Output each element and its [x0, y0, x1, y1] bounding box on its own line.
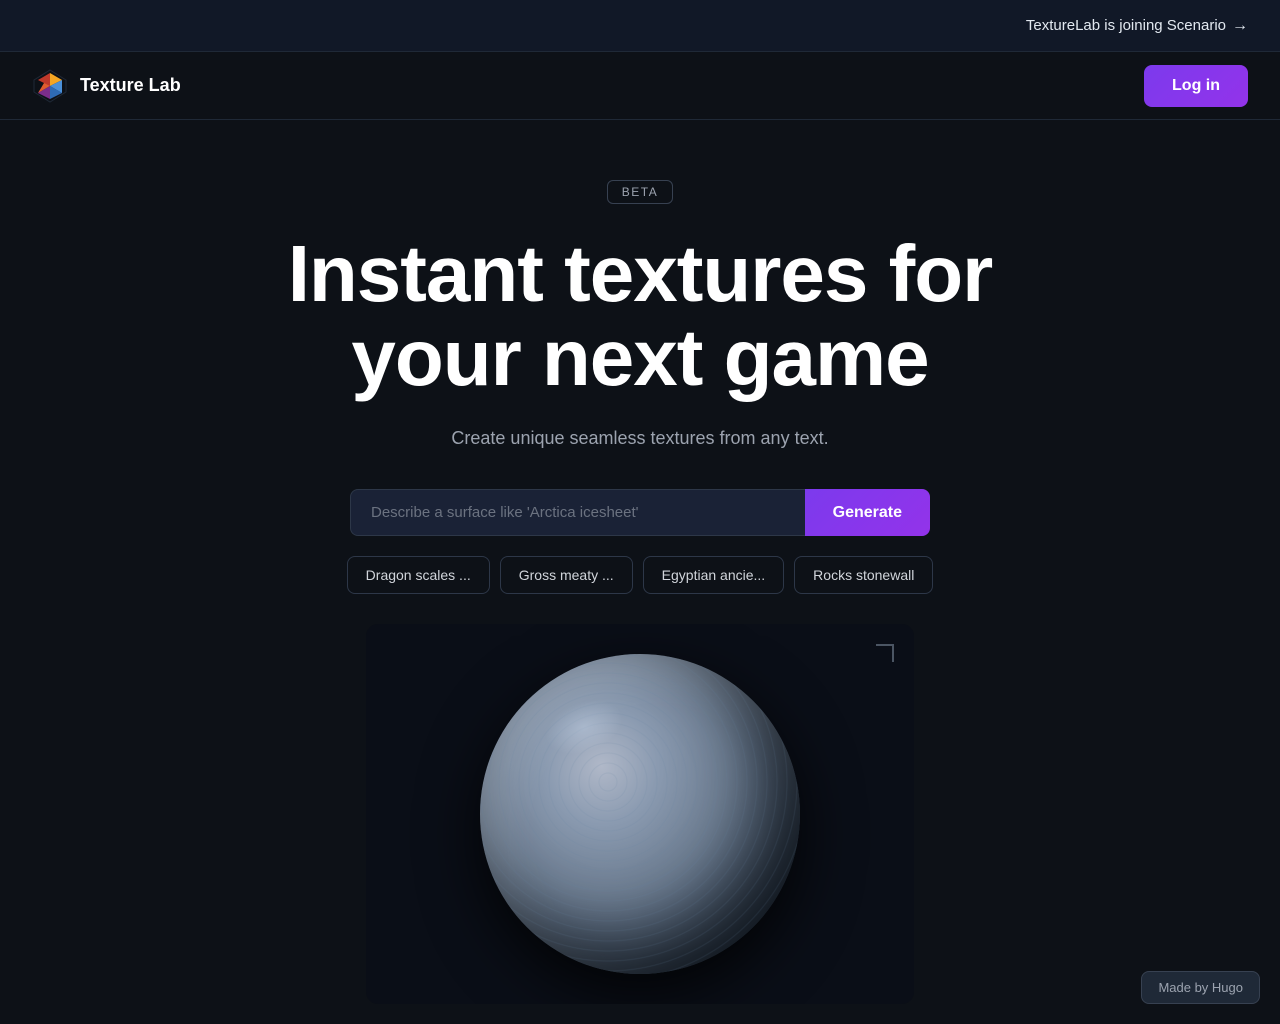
sphere-preview: [480, 654, 800, 974]
preview-container: [366, 624, 914, 1004]
announcement-link[interactable]: TextureLab is joining Scenario →: [1026, 17, 1248, 35]
logo-text: Texture Lab: [80, 75, 181, 96]
input-area: Generate: [350, 489, 930, 536]
hero-title-line1: Instant textures for: [288, 229, 993, 318]
announcement-text: TextureLab is joining Scenario: [1026, 17, 1226, 34]
announcement-bar: TextureLab is joining Scenario →: [0, 0, 1280, 52]
made-by-label: Made by Hugo: [1141, 971, 1260, 1004]
chip-dragon-scales[interactable]: Dragon scales ...: [347, 556, 490, 594]
sphere-highlight: [538, 690, 630, 764]
hero-subtitle: Create unique seamless textures from any…: [451, 428, 828, 449]
suggestion-chips: Dragon scales ... Gross meaty ... Egypti…: [347, 556, 934, 594]
hero-title-line2: your next game: [351, 313, 928, 402]
hero-section: BETA Instant textures for your next game…: [0, 120, 1280, 1004]
login-button[interactable]: Log in: [1144, 65, 1248, 107]
preview-corner-icon: [876, 644, 894, 662]
hero-title: Instant textures for your next game: [288, 232, 993, 400]
chip-egyptian[interactable]: Egyptian ancie...: [643, 556, 785, 594]
chip-gross-meaty[interactable]: Gross meaty ...: [500, 556, 633, 594]
navbar: Texture Lab Log in: [0, 52, 1280, 120]
texture-input[interactable]: [350, 489, 805, 536]
texture-sphere: [480, 654, 800, 974]
generate-button[interactable]: Generate: [805, 489, 930, 536]
chip-rocks-stonewall[interactable]: Rocks stonewall: [794, 556, 933, 594]
logo-icon: [32, 68, 68, 104]
announcement-arrow-icon: →: [1232, 17, 1248, 35]
logo-area: Texture Lab: [32, 68, 181, 104]
beta-badge: BETA: [607, 180, 673, 204]
